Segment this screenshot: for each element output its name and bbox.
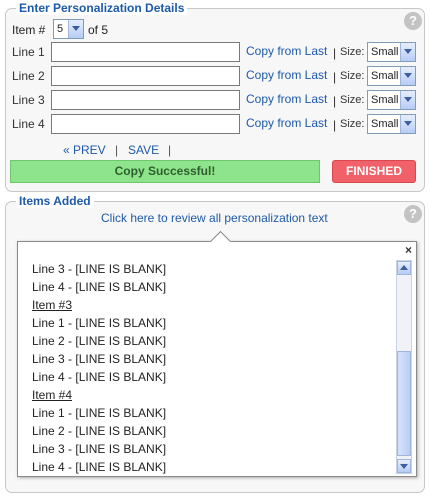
help-icon[interactable]: ? [404,205,422,223]
finished-button[interactable]: FINISHED [332,160,416,183]
item-heading: Item #3 [32,298,73,312]
copy-from-last-link[interactable]: Copy from Last [246,44,327,58]
size-separator: | [333,46,337,60]
line-2-input[interactable] [51,66,240,86]
line-1-input[interactable] [51,42,240,62]
size-select[interactable]: Small [367,42,416,62]
list-item: Line 2 - [LINE IS BLANK] [32,424,167,438]
size-label: Size: [340,70,365,82]
chevron-down-icon [400,43,415,61]
line-label: Line 4 [12,117,45,131]
item-heading: Item #4 [32,388,73,402]
size-separator: | [333,118,337,132]
size-label: Size: [340,94,365,106]
close-icon[interactable]: × [405,243,412,257]
size-select[interactable]: Small [367,66,416,86]
list-item: Line 1 - [LINE IS BLANK] [32,316,167,330]
review-personalization-link[interactable]: Click here to review all personalization… [101,211,328,225]
list-item: Line 3 - [LINE IS BLANK] [32,442,167,456]
list-item: Line 4 - [LINE IS BLANK] [32,370,167,384]
line-3-input[interactable] [51,90,240,110]
list-item: Line 4 - [LINE IS BLANK] [32,460,167,474]
item-number-label: Item # [12,23,46,37]
list-item: Line 4 - [LINE IS BLANK] [32,280,167,294]
line-4-input[interactable] [51,114,240,134]
personalization-review-popup: × Line 3 - [LINE IS BLANK] Line 4 - [LIN… [17,230,417,477]
popup-scrollbar[interactable] [396,260,412,474]
size-separator: | [333,70,337,84]
save-link[interactable]: SAVE [128,143,159,157]
size-label: Size: [340,118,365,130]
copy-success-message: Copy Successful! [10,160,320,183]
size-label: Size: [340,46,365,58]
prev-link[interactable]: « PREV [63,143,106,157]
details-legend: Enter Personalization Details [16,1,188,15]
list-item: Line 3 - [LINE IS BLANK] [32,262,167,276]
item-count-label: of 5 [88,23,109,37]
chevron-down-icon [68,20,83,38]
line-row-1: Line 1 Copy from Last | Size: Small [6,41,424,65]
line-label: Line 2 [12,69,45,83]
items-added-legend: Items Added [16,194,94,208]
line-row-4: Line 4 Copy from Last | Size: Small [6,113,424,137]
chevron-up-icon [400,265,408,270]
list-item: Line 1 - [LINE IS BLANK] [32,406,167,420]
chevron-down-icon [400,464,408,469]
nav-separator: | [115,143,119,157]
copy-from-last-link[interactable]: Copy from Last [246,116,327,130]
line-label: Line 3 [12,93,45,107]
nav-separator: | [168,143,172,157]
line-label: Line 1 [12,45,45,59]
size-select[interactable]: Small [367,114,416,134]
item-number-select[interactable]: 5 [53,19,84,39]
line-row-3: Line 3 Copy from Last | Size: Small [6,89,424,113]
scroll-thumb[interactable] [397,351,411,456]
copy-from-last-link[interactable]: Copy from Last [246,92,327,106]
review-list: Line 3 - [LINE IS BLANK] Line 4 - [LINE … [32,260,166,476]
list-item: Line 2 - [LINE IS BLANK] [32,334,167,348]
chevron-down-icon [400,91,415,109]
scroll-down-button[interactable] [397,459,411,473]
line-row-2: Line 2 Copy from Last | Size: Small [6,65,424,89]
scroll-up-button[interactable] [397,261,411,275]
chevron-down-icon [400,67,415,85]
list-item: Line 3 - [LINE IS BLANK] [32,352,167,366]
size-select[interactable]: Small [367,90,416,110]
chevron-down-icon [400,115,415,133]
help-icon[interactable]: ? [404,12,422,30]
copy-from-last-link[interactable]: Copy from Last [246,68,327,82]
size-separator: | [333,94,337,108]
